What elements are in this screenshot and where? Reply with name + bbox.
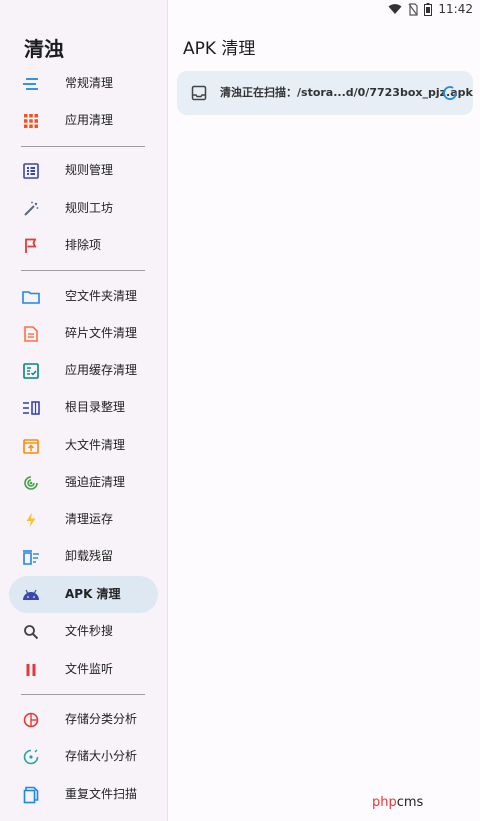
magic-wand-icon	[21, 199, 41, 219]
nav-label: 空文件夹清理	[65, 289, 138, 303]
page-title: APK 清理	[183, 39, 256, 59]
nav-label: 应用缓存清理	[65, 363, 138, 377]
status-time: 11:42	[438, 2, 473, 16]
nav-item-storage-category-analysis[interactable]: 存储分类分析	[9, 701, 158, 738]
divider	[21, 146, 145, 147]
nav-item-file-monitor[interactable]: 文件监听	[9, 651, 158, 688]
navigation-drawer: 清浊 常规清理 应用清理 规则管理 规则工坊 排除项 空文件夹清理 碎片文件清理…	[0, 0, 168, 821]
pause-icon	[21, 660, 41, 680]
nav-item-exclusions[interactable]: 排除项	[9, 227, 158, 264]
nav-item-clean-ram[interactable]: 清理运存	[9, 501, 158, 538]
status-icons: 11:42	[388, 2, 473, 16]
nav-label: APK 清理	[65, 587, 121, 601]
watermark-part1: php	[372, 795, 397, 810]
nav-label: 文件监听	[65, 662, 114, 676]
nav-item-empty-folder-clean[interactable]: 空文件夹清理	[9, 278, 158, 315]
scan-status-text: 清浊正在扫描：/stora...d/0/7723box_pjz.apk	[220, 86, 473, 99]
nav-item-duplicate-file-scan[interactable]: 重复文件扫描	[9, 776, 158, 813]
divider	[21, 270, 145, 271]
watermark-part2: cms	[396, 795, 424, 810]
nav-item-rule-manage[interactable]: 规则管理	[9, 152, 158, 189]
document-icon	[21, 324, 41, 344]
divider	[21, 694, 145, 695]
android-icon	[21, 585, 41, 605]
folder-icon	[21, 287, 41, 307]
lines-icon	[21, 74, 41, 94]
nav-item-large-file-clean[interactable]: 大文件清理	[9, 427, 158, 464]
nav-item-apk-clean[interactable]: APK 清理	[9, 576, 158, 613]
nav-label: 规则工坊	[65, 201, 114, 215]
nav-label: 存储大小分析	[65, 749, 138, 763]
app-title: 清浊	[24, 37, 64, 61]
gauge-icon	[21, 747, 41, 767]
nav-label: 文件秒搜	[65, 624, 114, 638]
wifi-icon	[388, 4, 402, 14]
nav-label: 规则管理	[65, 163, 114, 177]
nav-item-storage-size-analysis[interactable]: 存储大小分析	[9, 738, 158, 775]
nav-item-regular-clean[interactable]: 常规清理	[9, 65, 158, 102]
nav-label: 卸载残留	[65, 549, 114, 563]
list-box-icon	[21, 161, 41, 181]
nav-item-ocd-clean[interactable]: 强迫症清理	[9, 464, 158, 501]
radar-icon	[21, 473, 41, 493]
copy-icon	[21, 785, 41, 805]
grid-apps-icon	[21, 111, 41, 131]
nav-item-uninstall-residue[interactable]: 卸载残留	[9, 538, 158, 575]
scan-status-card: 清浊正在扫描：/stora...d/0/7723box_pjz.apk	[177, 71, 473, 115]
nav-item-root-dir-organize[interactable]: 根目录整理	[9, 389, 158, 426]
nav-label: 存储分类分析	[65, 712, 138, 726]
nav-label: 常规清理	[65, 76, 114, 90]
pie-chart-icon	[21, 710, 41, 730]
nav-label: 大文件清理	[65, 438, 126, 452]
nav-item-fragment-clean[interactable]: 碎片文件清理	[9, 315, 158, 352]
nav-item-app-cache-clean[interactable]: 应用缓存清理	[9, 352, 158, 389]
search-icon	[21, 622, 41, 642]
nav-label: 根目录整理	[65, 400, 126, 414]
inbox-icon	[191, 85, 207, 101]
nav-item-rule-workshop[interactable]: 规则工坊	[9, 190, 158, 227]
nav-item-file-quick-search[interactable]: 文件秒搜	[9, 613, 158, 650]
nav-label: 应用清理	[65, 113, 114, 127]
no-sim-icon	[408, 2, 419, 16]
columns-icon	[21, 398, 41, 418]
checklist-icon	[21, 361, 41, 381]
flag-icon	[21, 236, 41, 256]
nav-label: 重复文件扫描	[65, 787, 138, 801]
nav-label: 清理运存	[65, 512, 114, 526]
nav-label: 强迫症清理	[65, 475, 126, 489]
nav-label: 排除项	[65, 238, 102, 252]
nav-item-app-clean[interactable]: 应用清理	[9, 102, 158, 139]
uninstall-icon	[21, 547, 41, 567]
loading-spinner-icon	[443, 86, 457, 100]
battery-icon	[424, 2, 433, 16]
flash-icon	[21, 510, 41, 530]
archive-icon	[21, 436, 41, 456]
nav-label: 碎片文件清理	[65, 326, 138, 340]
watermark: phpcms	[372, 795, 423, 810]
